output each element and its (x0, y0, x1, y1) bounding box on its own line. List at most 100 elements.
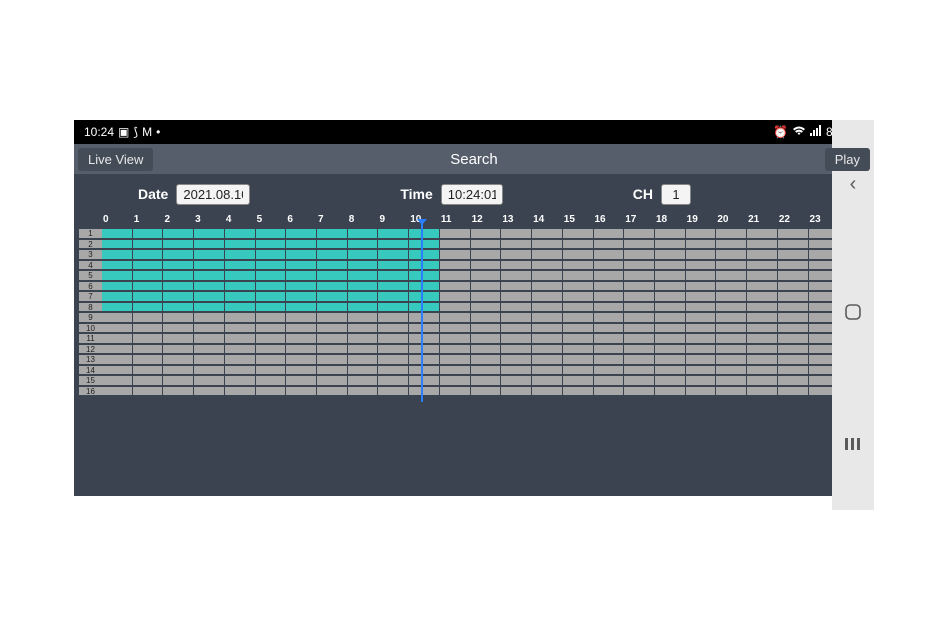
timeline-cell[interactable] (163, 344, 194, 355)
timeline-cell[interactable] (317, 365, 348, 376)
timeline-cell[interactable] (194, 354, 225, 365)
timeline-cell[interactable] (317, 386, 348, 397)
timeline-cell[interactable] (501, 281, 532, 292)
timeline-cell[interactable] (256, 344, 287, 355)
timeline-cell[interactable] (686, 323, 717, 334)
timeline-cell[interactable] (102, 260, 133, 271)
timeline-cell[interactable] (532, 312, 563, 323)
timeline-cell[interactable] (256, 260, 287, 271)
timeline-cell[interactable] (532, 333, 563, 344)
timeline-cell[interactable] (133, 270, 164, 281)
timeline-cell[interactable] (655, 344, 686, 355)
timeline-cell[interactable] (163, 239, 194, 250)
timeline-cell[interactable] (716, 365, 747, 376)
timeline-cell[interactable] (102, 333, 133, 344)
timeline-cell[interactable] (225, 249, 256, 260)
timeline-cell[interactable] (440, 344, 471, 355)
timeline-cell[interactable] (594, 228, 625, 239)
timeline-cell[interactable] (747, 291, 778, 302)
timeline-cell[interactable] (348, 239, 379, 250)
timeline-cell[interactable] (163, 323, 194, 334)
timeline-cell[interactable] (378, 386, 409, 397)
timeline-cell[interactable] (102, 386, 133, 397)
timeline-cell[interactable] (256, 365, 287, 376)
timeline-cell[interactable] (563, 386, 594, 397)
timeline-cell[interactable] (256, 270, 287, 281)
timeline-cell[interactable] (378, 365, 409, 376)
timeline-cell[interactable] (747, 249, 778, 260)
timeline-cell[interactable] (624, 239, 655, 250)
timeline-cell[interactable] (686, 375, 717, 386)
timeline-cell[interactable] (594, 333, 625, 344)
timeline-cell[interactable] (686, 291, 717, 302)
timeline-cell[interactable] (256, 239, 287, 250)
live-view-button[interactable]: Live View (78, 148, 153, 171)
timeline-cell[interactable] (348, 375, 379, 386)
timeline-cell[interactable] (225, 312, 256, 323)
timeline-cell[interactable] (409, 365, 440, 376)
timeline-cell[interactable] (471, 386, 502, 397)
timeline-cell[interactable] (747, 323, 778, 334)
timeline-cell[interactable] (225, 270, 256, 281)
timeline-cell[interactable] (778, 312, 809, 323)
timeline-cell[interactable] (501, 344, 532, 355)
timeline-cell[interactable] (594, 365, 625, 376)
timeline[interactable]: 12345678910111213141516 0123456789101112… (74, 214, 874, 400)
timeline-cell[interactable] (655, 291, 686, 302)
timeline-cell[interactable] (716, 354, 747, 365)
timeline-cell[interactable] (532, 270, 563, 281)
timeline-cell[interactable] (194, 375, 225, 386)
timeline-cell[interactable] (409, 249, 440, 260)
timeline-cell[interactable] (747, 260, 778, 271)
timeline-cell[interactable] (194, 386, 225, 397)
timeline-cell[interactable] (594, 291, 625, 302)
timeline-cell[interactable] (655, 323, 686, 334)
timeline-cell[interactable] (348, 270, 379, 281)
timeline-cell[interactable] (225, 344, 256, 355)
timeline-cell[interactable] (501, 333, 532, 344)
timeline-cell[interactable] (286, 333, 317, 344)
timeline-cell[interactable] (409, 344, 440, 355)
timeline-cell[interactable] (317, 375, 348, 386)
timeline-cell[interactable] (624, 333, 655, 344)
playhead[interactable] (421, 224, 423, 402)
timeline-cell[interactable] (378, 302, 409, 313)
timeline-cell[interactable] (778, 239, 809, 250)
timeline-cell[interactable] (563, 302, 594, 313)
timeline-cell[interactable] (286, 302, 317, 313)
timeline-cell[interactable] (102, 375, 133, 386)
timeline-row[interactable] (102, 249, 870, 260)
timeline-cell[interactable] (563, 239, 594, 250)
timeline-cell[interactable] (409, 228, 440, 239)
timeline-cell[interactable] (624, 344, 655, 355)
timeline-cell[interactable] (563, 323, 594, 334)
timeline-cell[interactable] (440, 302, 471, 313)
timeline-cell[interactable] (409, 312, 440, 323)
timeline-cell[interactable] (440, 228, 471, 239)
timeline-cell[interactable] (409, 354, 440, 365)
timeline-cell[interactable] (471, 270, 502, 281)
timeline-cell[interactable] (532, 228, 563, 239)
timeline-cell[interactable] (256, 291, 287, 302)
timeline-cell[interactable] (532, 354, 563, 365)
timeline-cell[interactable] (624, 249, 655, 260)
timeline-cell[interactable] (655, 354, 686, 365)
timeline-cell[interactable] (563, 312, 594, 323)
timeline-cell[interactable] (317, 270, 348, 281)
timeline-cell[interactable] (778, 228, 809, 239)
timeline-cell[interactable] (102, 249, 133, 260)
timeline-cell[interactable] (471, 228, 502, 239)
recents-icon[interactable] (844, 434, 862, 457)
timeline-cell[interactable] (348, 365, 379, 376)
timeline-cell[interactable] (440, 375, 471, 386)
timeline-cell[interactable] (286, 291, 317, 302)
timeline-cell[interactable] (286, 386, 317, 397)
timeline-cell[interactable] (747, 270, 778, 281)
timeline-cell[interactable] (778, 291, 809, 302)
timeline-cell[interactable] (778, 323, 809, 334)
timeline-cell[interactable] (409, 270, 440, 281)
timeline-cell[interactable] (655, 302, 686, 313)
timeline-cell[interactable] (624, 312, 655, 323)
timeline-cell[interactable] (317, 249, 348, 260)
timeline-cell[interactable] (194, 333, 225, 344)
